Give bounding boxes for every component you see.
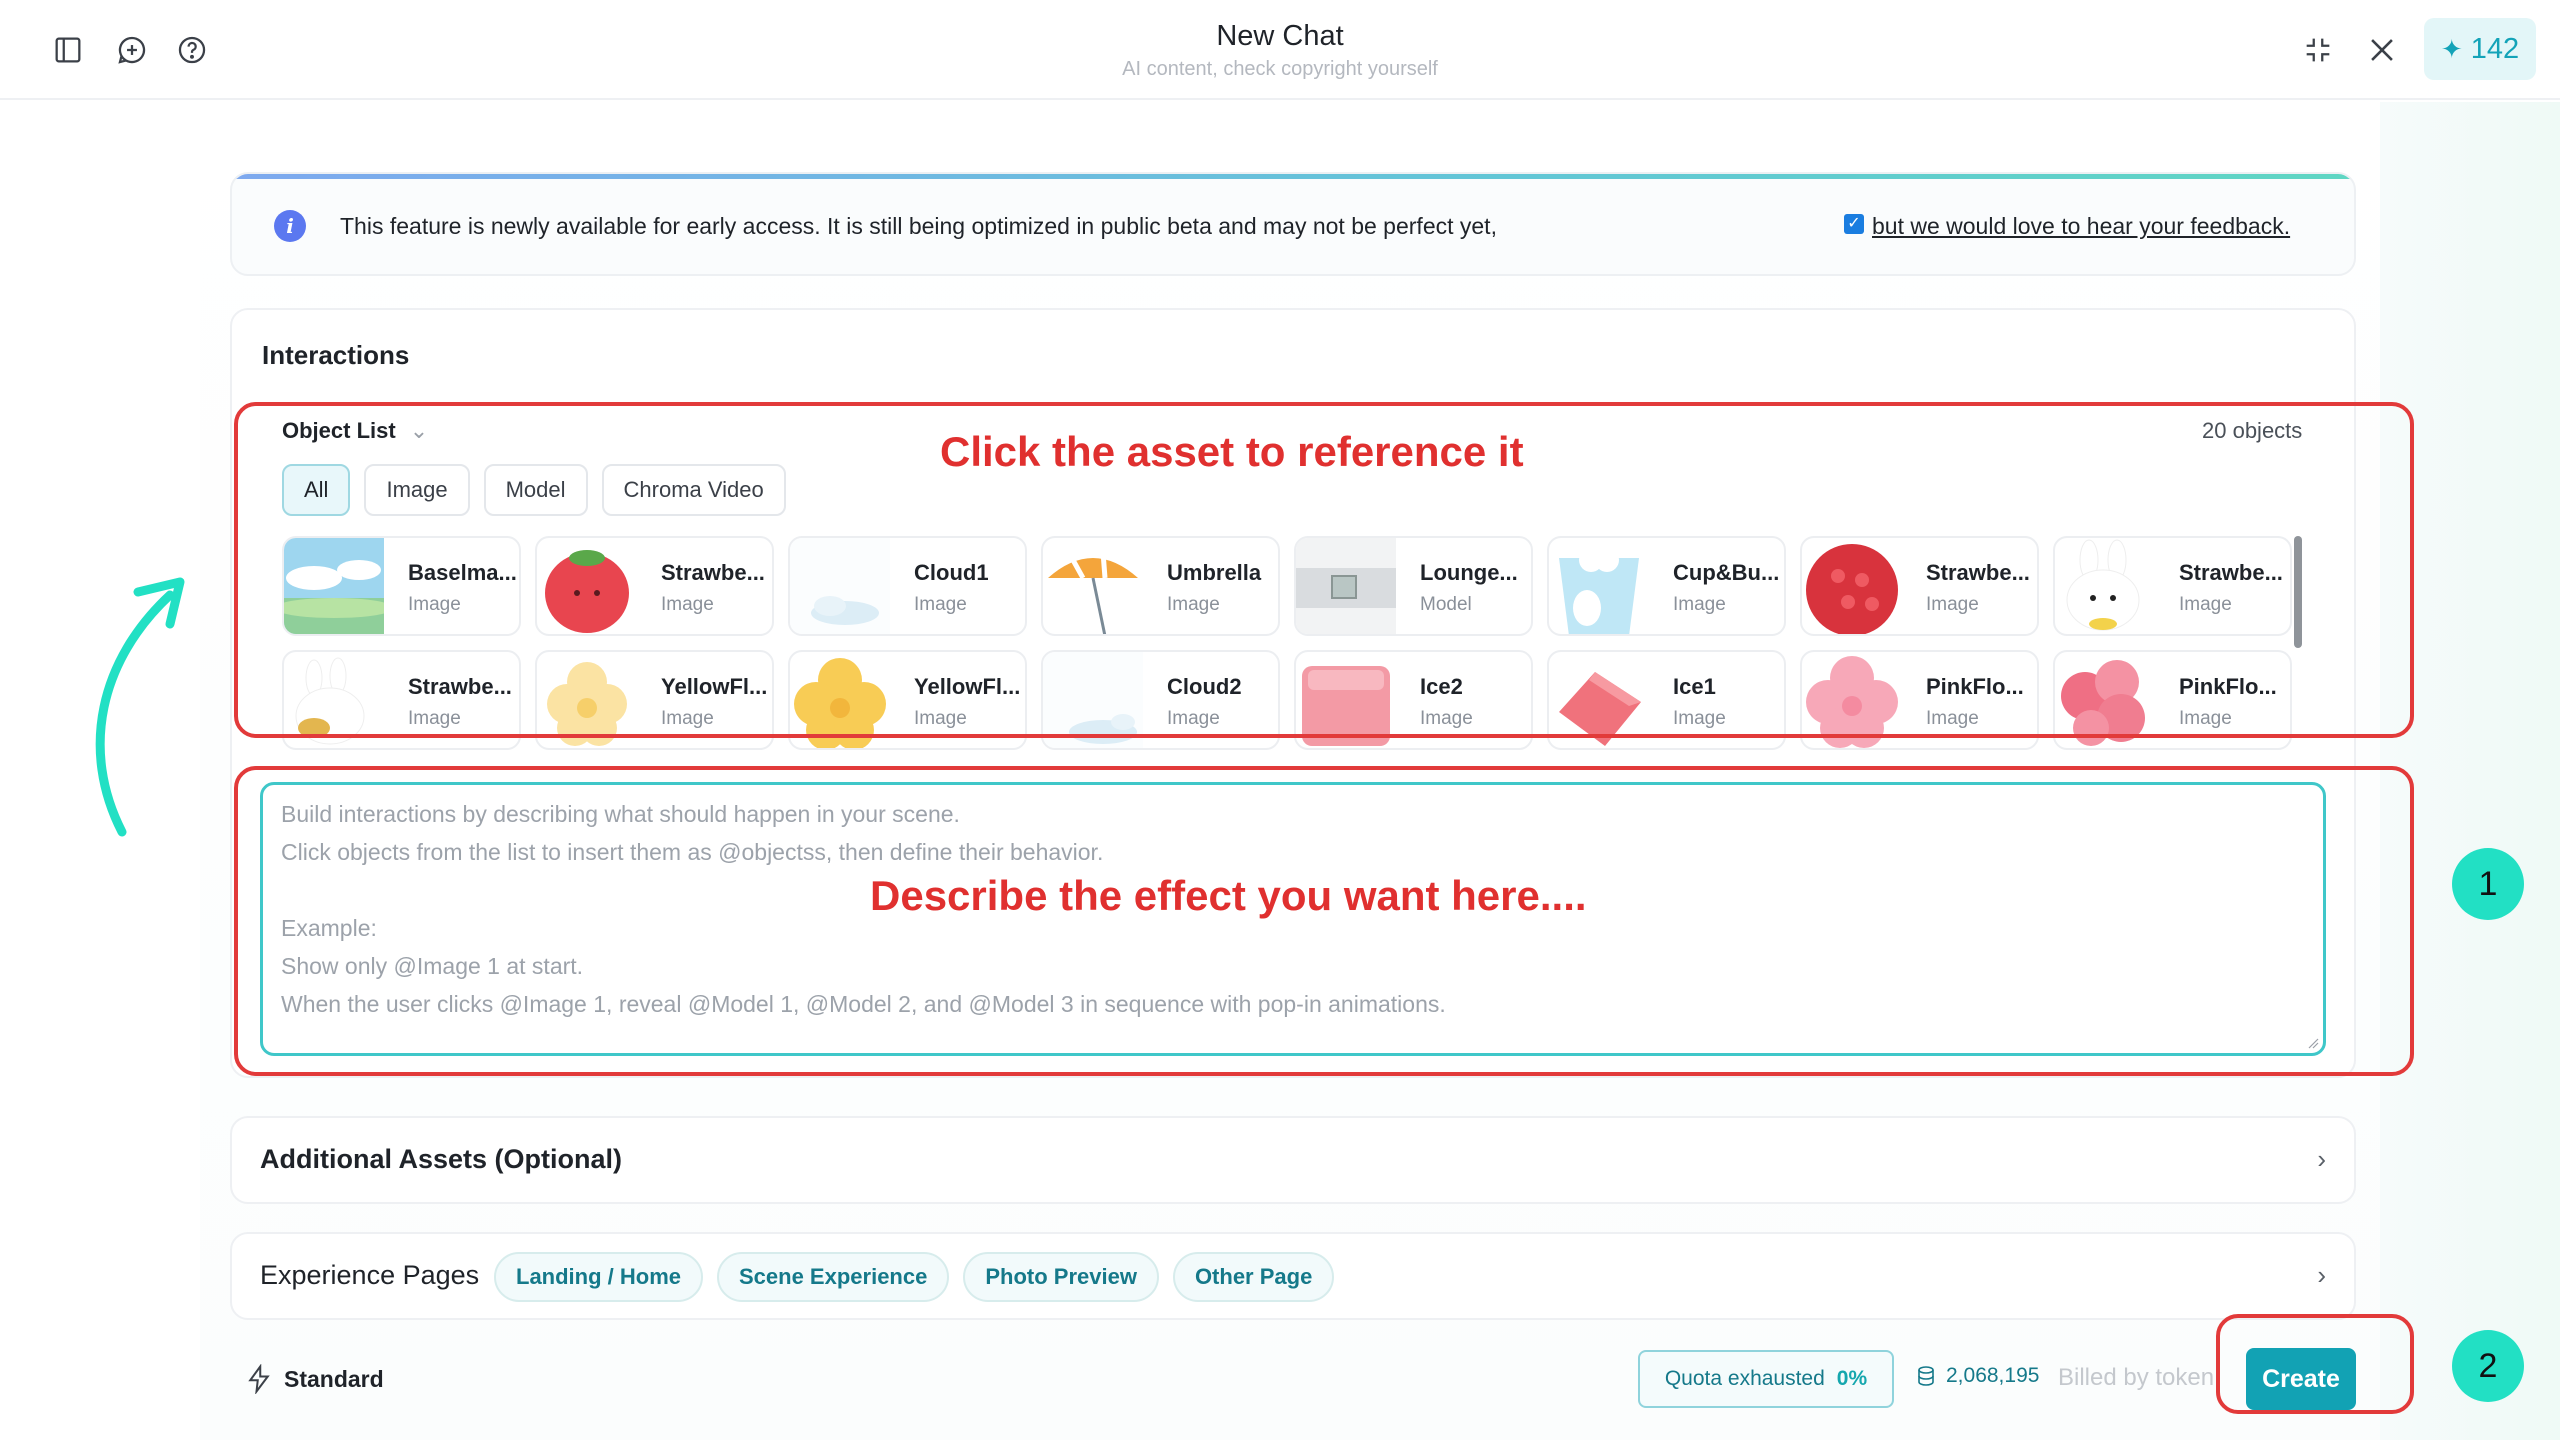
collapse-icon[interactable] xyxy=(2298,30,2338,70)
resize-handle-icon[interactable] xyxy=(2307,1037,2319,1049)
quota-value: 0% xyxy=(1836,1367,1868,1390)
mode-label: Standard xyxy=(284,1365,384,1392)
object-card[interactable]: Strawbe... Image xyxy=(535,536,774,636)
filter-model[interactable]: Model xyxy=(483,464,588,516)
notice-message: This feature is newly available for earl… xyxy=(340,213,1497,239)
checkbox-icon[interactable]: ✓ xyxy=(1844,214,1864,234)
object-list-dropdown[interactable]: Object List ⌄ xyxy=(282,418,428,444)
landscape-thumbnail xyxy=(284,538,384,634)
object-card[interactable]: YellowFl... Image xyxy=(788,650,1027,750)
object-grid: Baselma... Image Strawbe... Image Cloud1… xyxy=(282,536,2294,750)
chevron-down-icon: ⌄ xyxy=(409,418,429,443)
ice-cube-thumbnail xyxy=(1302,666,1390,746)
filter-all[interactable]: All xyxy=(282,464,351,516)
object-card[interactable]: YellowFl... Image xyxy=(535,650,774,750)
placeholder-line: Show only @Image 1 at start. xyxy=(281,953,584,979)
object-card[interactable]: Strawbe... Image xyxy=(282,650,521,750)
filter-chroma-video[interactable]: Chroma Video xyxy=(601,464,786,516)
object-card[interactable]: Baselma... Image xyxy=(282,536,521,636)
asset-hint: Click the asset to reference it xyxy=(940,428,1524,475)
beta-notice: i This feature is newly available for ea… xyxy=(230,172,2356,276)
billing-note: Billed by token xyxy=(2058,1364,2215,1391)
bunny-thumbnail xyxy=(2066,539,2140,631)
object-card[interactable]: Ice1 Image xyxy=(1547,650,1786,750)
additional-assets-label: Additional Assets (Optional) xyxy=(260,1144,623,1174)
token-balance: 2,068,195 xyxy=(1914,1364,2039,1388)
object-card[interactable]: Umbrella Image xyxy=(1041,536,1280,636)
page-chip-landing[interactable]: Landing / Home xyxy=(494,1252,703,1302)
lightning-icon xyxy=(248,1364,270,1394)
object-card[interactable]: Cup&Bu... Image xyxy=(1547,536,1786,636)
yellow-flower-thumbnail xyxy=(794,658,886,748)
object-card[interactable]: Strawbe... Image xyxy=(2053,536,2292,636)
chevron-right-icon: › xyxy=(2317,1144,2326,1174)
page-chip-scene[interactable]: Scene Experience xyxy=(717,1252,950,1302)
quota-badge: Quota exhausted 0% xyxy=(1638,1350,1894,1408)
page-subtitle: AI content, check copyright yourself xyxy=(1122,58,1438,80)
mode-selector[interactable]: Standard xyxy=(244,1364,384,1394)
object-card[interactable]: Cloud1 Image xyxy=(788,536,1027,636)
filter-image[interactable]: Image xyxy=(364,464,470,516)
sparkle-icon: ✦ xyxy=(2440,33,2463,64)
create-button[interactable]: Create xyxy=(2246,1348,2356,1410)
placeholder-line: When the user clicks @Image 1, reveal @M… xyxy=(281,991,1446,1017)
additional-assets-row[interactable]: Additional Assets (Optional) › xyxy=(230,1116,2356,1204)
object-count: 20 objects xyxy=(2202,418,2303,443)
pink-flower-thumbnail xyxy=(1806,656,1898,748)
umbrella-thumbnail xyxy=(1048,551,1138,634)
top-bar: New Chat AI content, check copyright you… xyxy=(0,0,2560,100)
title-block: New Chat AI content, check copyright you… xyxy=(0,18,2560,84)
experience-pages-label: Experience Pages xyxy=(260,1260,480,1290)
strawberry-thumbnail xyxy=(545,550,629,633)
yellow-flower-thumbnail xyxy=(547,662,627,746)
raspberry-thumbnail xyxy=(1806,544,1898,634)
feedback-link[interactable]: but we would love to hear your feedback. xyxy=(1872,210,2290,242)
page-chip-photo-preview[interactable]: Photo Preview xyxy=(963,1252,1159,1302)
curved-arrow-icon xyxy=(95,577,185,837)
cloud-thumbnail xyxy=(790,538,890,634)
object-card[interactable]: Strawbe... Image xyxy=(1800,536,2039,636)
info-icon: i xyxy=(274,210,306,242)
filter-tabs: All Image Model Chroma Video xyxy=(282,464,786,516)
page-chip-other[interactable]: Other Page xyxy=(1172,1252,1335,1302)
object-list-scrollbar[interactable] xyxy=(2294,536,2302,648)
ice-cube-thumbnail xyxy=(1559,672,1641,746)
describe-hint: Describe the effect you want here.... xyxy=(870,872,1587,919)
credits-badge[interactable]: ✦ 142 xyxy=(2424,18,2536,80)
object-card[interactable]: Cloud2 Image xyxy=(1041,650,1280,750)
pink-flower-thumbnail xyxy=(2061,660,2145,746)
cloud-thumbnail xyxy=(1043,652,1143,748)
object-card[interactable]: PinkFlo... Image xyxy=(1800,650,2039,750)
experience-pages-row: Experience Pages Landing / Home Scene Ex… xyxy=(230,1232,2356,1320)
page-chips: Landing / Home Scene Experience Photo Pr… xyxy=(494,1252,1335,1302)
credits-count: 142 xyxy=(2470,32,2520,65)
coins-icon xyxy=(1918,1366,1934,1386)
token-count: 2,068,195 xyxy=(1946,1364,2040,1387)
object-card[interactable]: PinkFlo... Image xyxy=(2053,650,2292,750)
object-card[interactable]: Lounge... Model xyxy=(1294,536,1533,636)
bunny-thumbnail xyxy=(295,657,365,745)
close-icon[interactable] xyxy=(2362,30,2402,70)
cup-thumbnail xyxy=(1559,548,1639,634)
placeholder-line: Build interactions by describing what sh… xyxy=(281,801,960,827)
object-card[interactable]: Ice2 Image xyxy=(1294,650,1533,750)
lounge-thumbnail xyxy=(1296,538,1396,634)
interactions-title: Interactions xyxy=(262,340,410,370)
object-list-label: Object List xyxy=(282,418,396,443)
quota-label: Quota exhausted xyxy=(1664,1367,1825,1390)
placeholder-line: Click objects from the list to insert th… xyxy=(281,839,1104,865)
chevron-right-icon[interactable]: › xyxy=(2317,1260,2326,1291)
step-badge-2: 2 xyxy=(2452,1330,2524,1402)
right-gutter xyxy=(2380,102,2560,1440)
step-badge-1: 1 xyxy=(2452,848,2524,920)
page-title: New Chat xyxy=(1216,20,1344,52)
